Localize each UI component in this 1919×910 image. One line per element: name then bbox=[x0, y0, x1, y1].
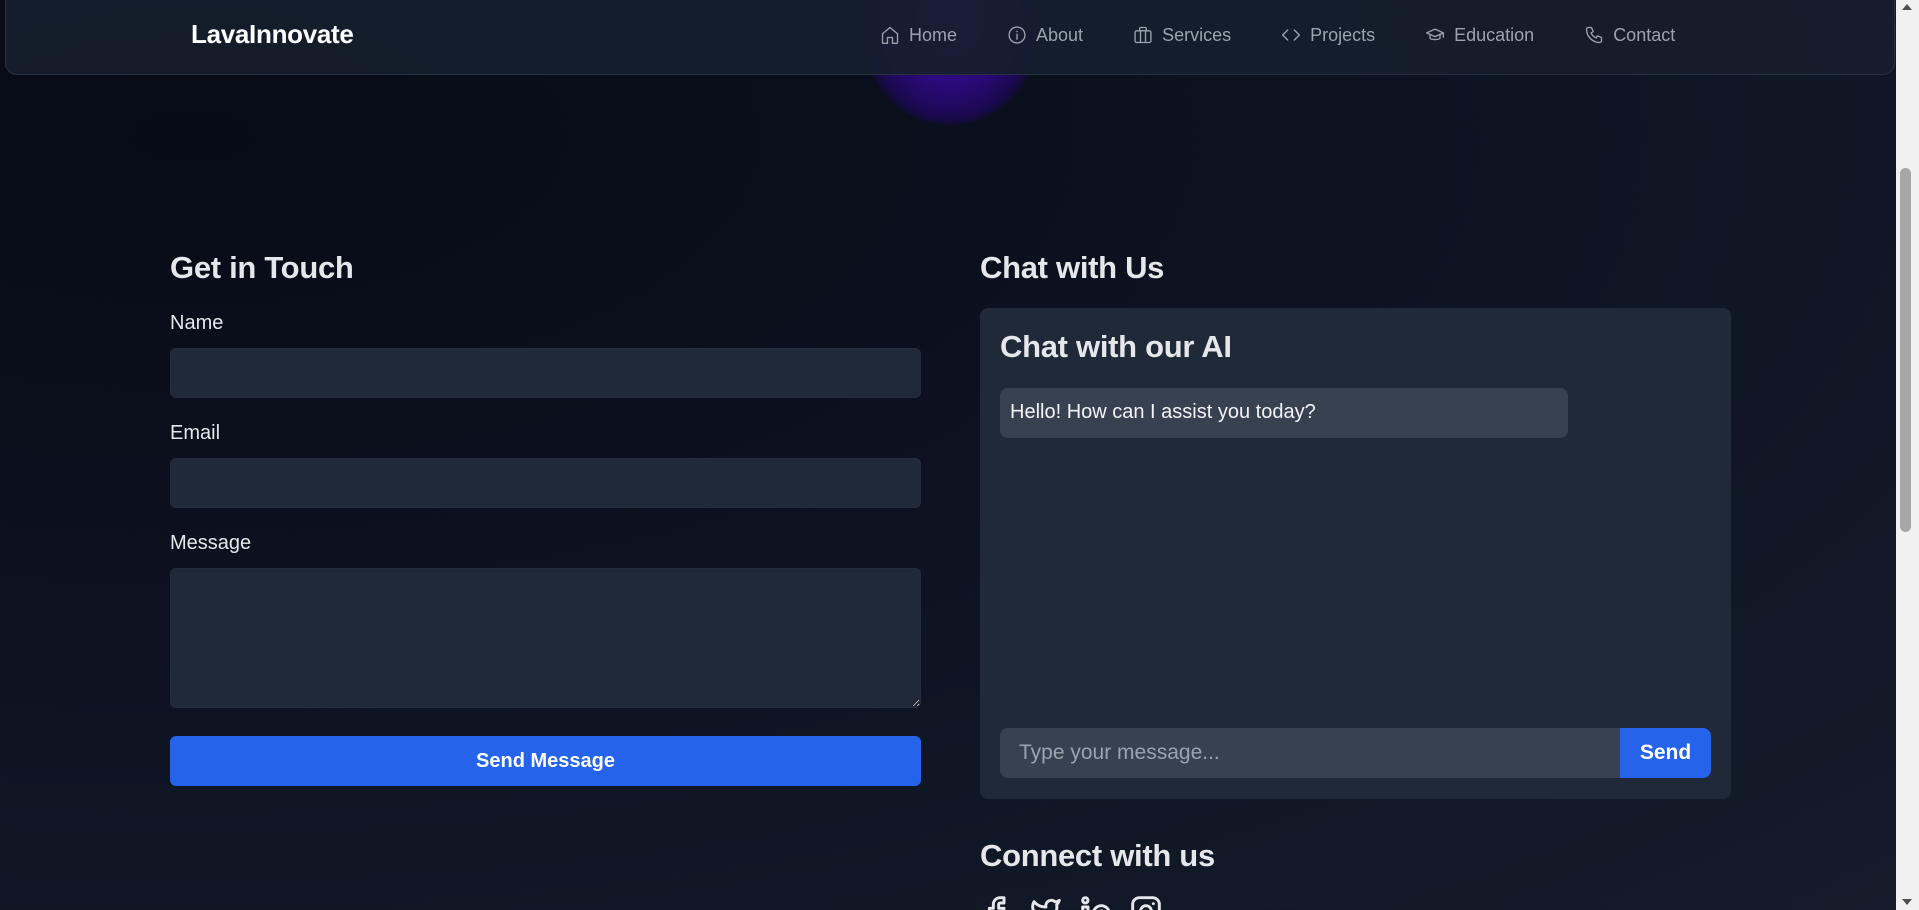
nav-link-education[interactable]: Education bbox=[1425, 25, 1534, 46]
brand-logo[interactable]: LavaInnovate bbox=[191, 19, 354, 50]
info-icon bbox=[1008, 26, 1026, 44]
phone-icon bbox=[1586, 26, 1603, 44]
nav-link-contact[interactable]: Contact bbox=[1584, 25, 1675, 46]
nav-link-label: Home bbox=[909, 24, 958, 45]
page: LavaInnovate Home About Services Project… bbox=[0, 0, 1919, 910]
name-label: Name bbox=[170, 312, 224, 334]
scroll-up-arrow-icon[interactable] bbox=[1902, 4, 1912, 10]
social-link-linkedin[interactable] bbox=[1080, 895, 1112, 910]
nav-link-label: Services bbox=[1162, 24, 1232, 45]
nav-link-label: Education bbox=[1454, 24, 1535, 45]
social-link-twitter[interactable] bbox=[1030, 895, 1062, 910]
facebook-icon bbox=[987, 896, 1006, 910]
scroll-down-arrow-icon[interactable] bbox=[1902, 899, 1912, 905]
nav-link-label: Projects bbox=[1310, 24, 1376, 45]
social-links bbox=[980, 895, 1162, 910]
chat-input[interactable] bbox=[1000, 728, 1621, 778]
chat-panel: Chat with our AI Hello! How can I assist… bbox=[980, 308, 1731, 799]
code-icon bbox=[1282, 29, 1301, 41]
chat-heading: Chat with Us bbox=[980, 250, 1165, 285]
nav-link-home[interactable]: Home bbox=[880, 25, 957, 46]
email-field[interactable] bbox=[170, 458, 921, 508]
nav-link-projects[interactable]: Projects bbox=[1281, 25, 1375, 46]
nav-links: Home About Services Projects Education C… bbox=[880, 0, 1675, 70]
connect-heading: Connect with us bbox=[980, 838, 1215, 873]
home-icon bbox=[881, 26, 899, 44]
send-message-button[interactable]: Send Message bbox=[170, 736, 921, 786]
social-link-facebook[interactable] bbox=[980, 895, 1012, 910]
email-label: Email bbox=[170, 422, 221, 444]
navbar: LavaInnovate Home About Services Project… bbox=[5, 0, 1895, 75]
instagram-icon bbox=[1131, 896, 1161, 910]
nav-link-label: Contact bbox=[1613, 24, 1676, 45]
message-field[interactable] bbox=[170, 568, 921, 708]
nav-link-label: About bbox=[1036, 24, 1084, 45]
linkedin-icon bbox=[1081, 896, 1110, 910]
twitter-icon bbox=[1031, 898, 1061, 910]
briefcase-icon bbox=[1134, 26, 1152, 44]
contact-heading: Get in Touch bbox=[170, 250, 354, 285]
chat-message-bubble: Hello! How can I assist you today? bbox=[1000, 388, 1568, 438]
graduation-cap-icon bbox=[1426, 28, 1445, 41]
scrollbar-thumb[interactable] bbox=[1900, 168, 1911, 532]
nav-link-services[interactable]: Services bbox=[1133, 25, 1231, 46]
chat-send-button[interactable]: Send bbox=[1620, 728, 1711, 778]
social-link-instagram[interactable] bbox=[1130, 895, 1162, 910]
message-label: Message bbox=[170, 532, 252, 554]
nav-link-about[interactable]: About bbox=[1007, 25, 1083, 46]
name-field[interactable] bbox=[170, 348, 921, 398]
chat-panel-title: Chat with our AI bbox=[1000, 329, 1232, 364]
